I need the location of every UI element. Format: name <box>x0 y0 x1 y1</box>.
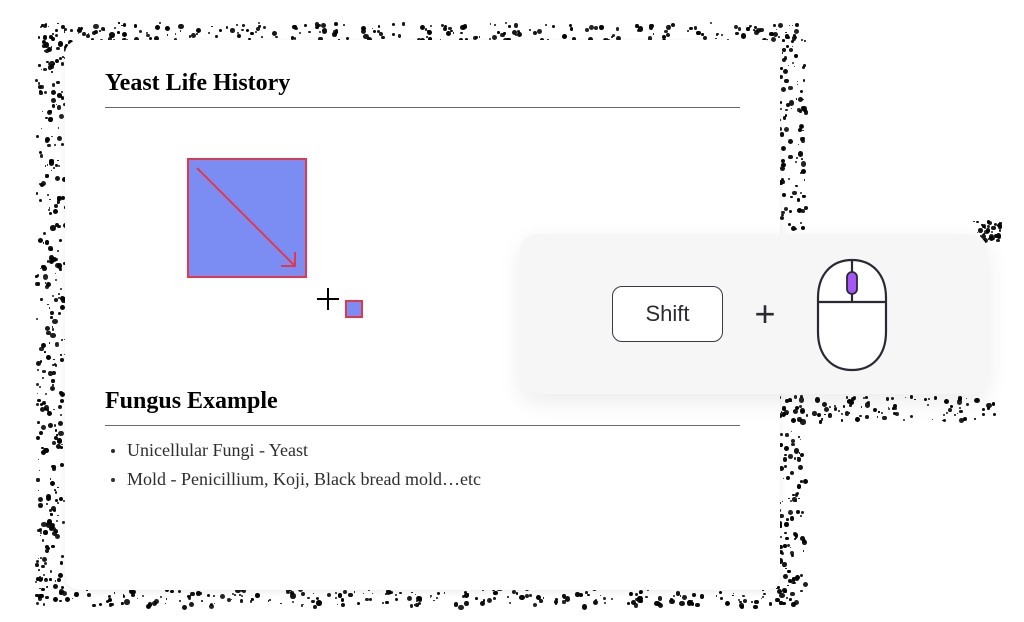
list-item-text: Mold - Penicillium, Koji, Black bread mo… <box>127 469 481 490</box>
shift-key-button[interactable]: Shift <box>612 286 722 342</box>
list-item: Unicellular Fungi - Yeast <box>111 440 740 461</box>
cloned-shape-square-small[interactable] <box>345 300 363 318</box>
decorative-splatter-left <box>35 35 65 595</box>
keyboard-hint-card: Shift + <box>520 234 988 394</box>
plus-icon: + <box>755 293 776 335</box>
decorative-splatter-right-bottom <box>776 395 804 595</box>
list-item: Mold - Penicillium, Koji, Black bread mo… <box>111 469 740 490</box>
list-item-text: Unicellular Fungi - Yeast <box>127 440 308 461</box>
heading-yeast-life-history: Yeast Life History <box>105 70 740 97</box>
selected-shape-square-large[interactable] <box>187 158 307 278</box>
decorative-splatter-right-top <box>776 35 804 235</box>
mouse-icon <box>808 254 896 374</box>
cursor-crosshair-icon <box>317 288 339 310</box>
resize-diagonal-arrow-icon <box>195 166 303 274</box>
bullet-list: Unicellular Fungi - Yeast Mold - Penicil… <box>105 426 740 490</box>
